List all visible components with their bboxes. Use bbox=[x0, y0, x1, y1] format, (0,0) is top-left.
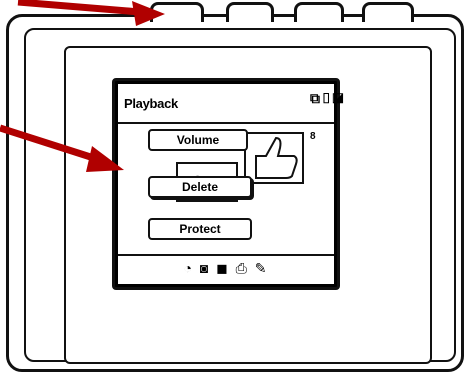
bottom-divider bbox=[118, 254, 334, 256]
volume-label: Volume bbox=[176, 133, 220, 147]
lcd-screen: Playback ⧉▯◪ 8 Volume Delete Protect ◔ ◙… bbox=[112, 78, 343, 290]
protect-button[interactable]: Protect bbox=[148, 218, 252, 240]
protect-label: Protect bbox=[179, 222, 221, 236]
delete-button[interactable]: Delete bbox=[148, 176, 252, 198]
shutter-button[interactable] bbox=[150, 2, 204, 22]
lcd-title: Playback bbox=[124, 96, 178, 111]
top-button-2[interactable] bbox=[226, 2, 274, 22]
image-thumbnail bbox=[244, 132, 304, 184]
bottom-toolbar-icons: ◔ ◙ ◼ ⎙ ✎ bbox=[183, 260, 269, 276]
mode-icons: ⧉▯◪ bbox=[310, 90, 345, 106]
thumbs-up-icon bbox=[255, 136, 298, 179]
lcd-titlebar: Playback ⧉▯◪ bbox=[118, 84, 343, 122]
top-button-3[interactable] bbox=[294, 2, 344, 22]
lcd-content: Playback ⧉▯◪ 8 Volume Delete Protect ◔ ◙… bbox=[118, 84, 343, 284]
title-divider bbox=[118, 122, 334, 124]
delete-label: Delete bbox=[181, 180, 219, 194]
volume-button[interactable]: Volume bbox=[148, 129, 248, 151]
image-count: 8 bbox=[310, 131, 316, 142]
bottom-toolbar: ◔ ◙ ◼ ⎙ ✎ bbox=[118, 260, 334, 277]
top-button-4[interactable] bbox=[362, 2, 414, 22]
